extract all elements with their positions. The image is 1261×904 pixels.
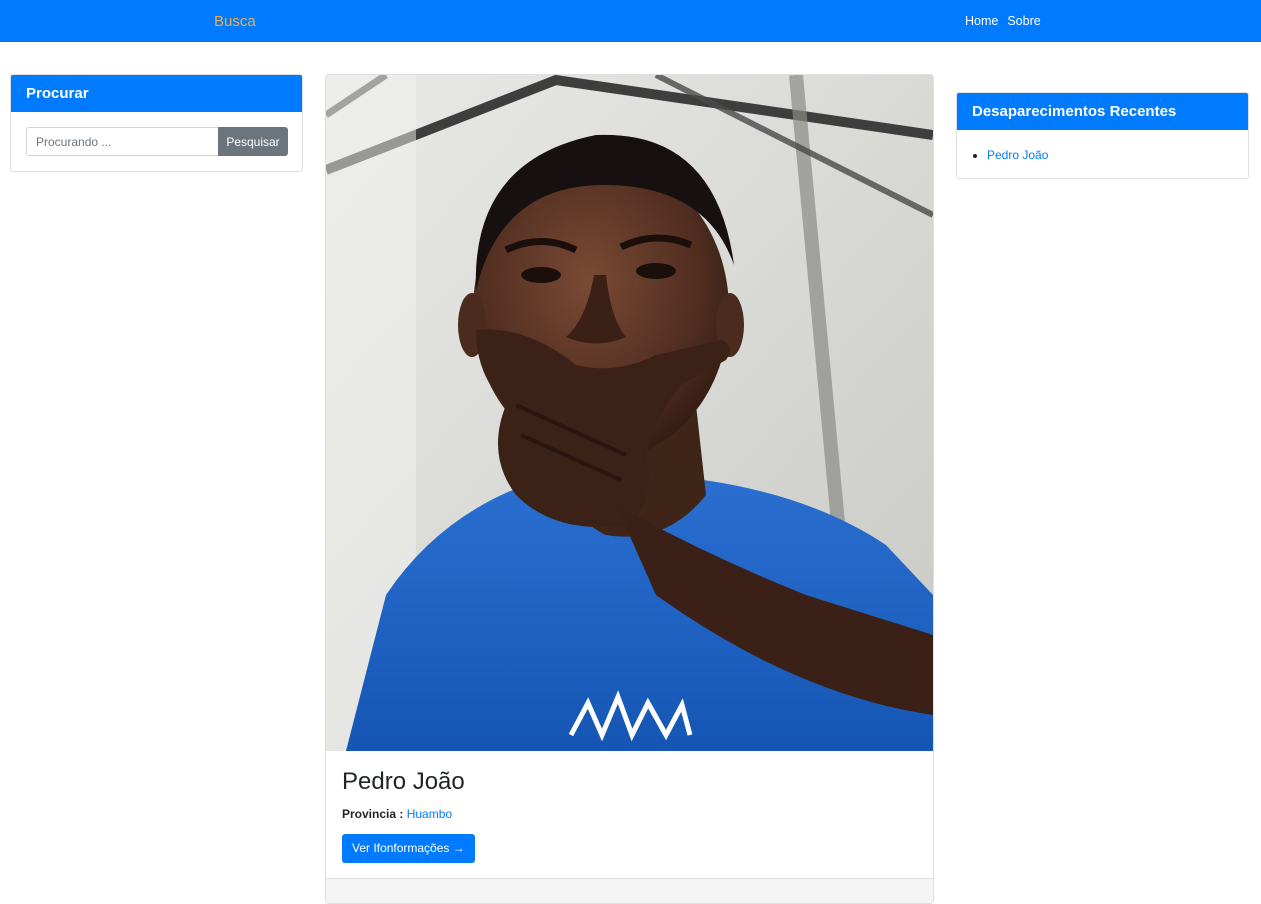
province-line: Provincia : Huambo bbox=[342, 807, 452, 821]
search-row: Pesquisar bbox=[26, 127, 288, 156]
province-label: Provincia : bbox=[342, 807, 404, 821]
search-input[interactable] bbox=[26, 127, 218, 156]
brand-link[interactable]: Busca bbox=[214, 13, 256, 30]
list-item: Pedro João bbox=[987, 148, 1048, 162]
nav-home-link[interactable]: Home bbox=[965, 14, 998, 28]
recent-list: Pedro João bbox=[987, 148, 1048, 162]
navbar: Busca Home Sobre bbox=[0, 0, 1261, 42]
search-button[interactable]: Pesquisar bbox=[218, 127, 288, 156]
person-photo[interactable] bbox=[326, 75, 933, 751]
recent-disappearances-widget: Desaparecimentos Recentes Pedro João bbox=[956, 92, 1249, 179]
post-title: Pedro João bbox=[342, 768, 465, 795]
nav-about-link[interactable]: Sobre bbox=[1007, 14, 1040, 28]
missing-person-card: Pedro João Provincia : Huambo Ver Ifonfo… bbox=[325, 74, 934, 904]
recent-widget-title: Desaparecimentos Recentes bbox=[957, 93, 1248, 130]
province-link[interactable]: Huambo bbox=[407, 807, 452, 821]
nav-links: Home Sobre bbox=[965, 14, 1041, 28]
search-widget: Procurar Pesquisar bbox=[10, 74, 303, 172]
search-widget-title: Procurar bbox=[11, 75, 302, 112]
view-info-button[interactable]: Ver Ifonformações → bbox=[342, 834, 475, 863]
recent-item-link[interactable]: Pedro João bbox=[987, 148, 1048, 162]
card-footer bbox=[326, 878, 933, 903]
